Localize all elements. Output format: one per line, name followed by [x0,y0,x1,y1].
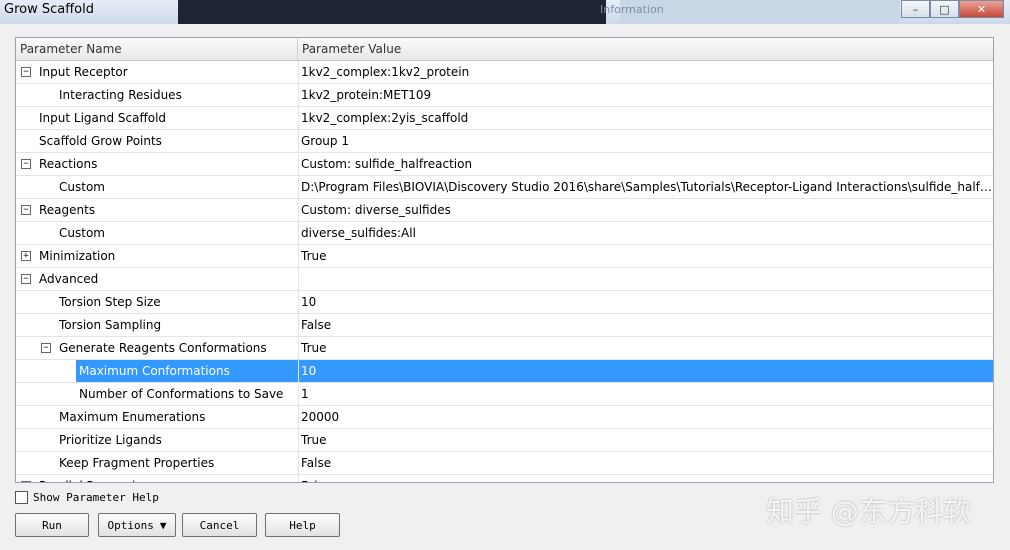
parameter-row[interactable]: Interacting Residues 1kv2_protein:MET109 [16,84,993,107]
collapse-icon[interactable]: − [21,205,31,215]
parameter-name: Maximum Enumerations [59,410,206,424]
column-header-value[interactable]: Parameter Value [302,42,401,56]
run-button[interactable]: Run [15,513,89,537]
parameter-name: Parallel Processing [39,475,151,482]
parameter-value[interactable]: True [298,429,993,451]
parameter-value[interactable]: Group 1 [298,130,993,152]
parameter-name: Maximum Conformations [79,364,230,378]
parameter-value[interactable]: D:\Program Files\BIOVIA\Discovery Studio… [298,176,993,198]
parameter-name: Torsion Sampling [59,318,162,332]
parameter-name: Reagents [39,203,96,217]
parameter-row[interactable]: Custom D:\Program Files\BIOVIA\Discovery … [16,176,993,199]
parameter-name: Keep Fragment Properties [59,456,215,470]
collapse-icon[interactable]: − [21,274,31,284]
parameter-value[interactable]: True [298,245,993,267]
title-bar: Information Grow Scaffold – □ ✕ [0,0,1010,24]
maximize-icon: □ [939,2,950,16]
parameter-name: Custom [59,180,105,194]
parameter-row[interactable]: + Parallel Processing False [16,475,993,482]
window-controls: – □ ✕ [901,0,1004,18]
parameter-name: Advanced [39,272,99,286]
parameter-name: Generate Reagents Conformations [59,341,267,355]
expand-icon[interactable]: + [21,251,31,261]
parameter-row[interactable]: Torsion Sampling False [16,314,993,337]
parameter-name: Minimization [39,249,116,263]
parameter-name: Prioritize Ligands [59,433,162,447]
options-button[interactable]: Options ▼ [98,513,176,537]
parameter-grid: Parameter Name Parameter Value − Input Re… [15,37,994,483]
parameter-row[interactable]: − Input Receptor 1kv2_complex:1kv2_protein [16,61,993,84]
parameter-value[interactable]: 1kv2_complex:2yis_scaffold [298,107,993,129]
parameter-row[interactable]: Custom diverse_sulfides:All [16,222,993,245]
parameter-row[interactable]: Prioritize Ligands True [16,429,993,452]
parameter-row[interactable]: Number of Conformations to Save 1 [16,383,993,406]
parameter-row[interactable]: Input Ligand Scaffold 1kv2_complex:2yis_s… [16,107,993,130]
parameter-row[interactable]: − Reactions Custom: sulfide_halfreaction [16,153,993,176]
column-header-name[interactable]: Parameter Name [20,42,122,56]
parameter-value[interactable]: False [298,475,993,482]
maximize-button[interactable]: □ [930,0,959,18]
parameter-value[interactable]: 1kv2_protein:MET109 [298,84,993,106]
watermark: 知乎 @东方科软 [766,495,971,528]
parameter-value[interactable]: 1 [298,383,993,405]
cancel-button[interactable]: Cancel [182,513,257,537]
parameter-value[interactable]: 20000 [298,406,993,428]
parameter-value[interactable]: diverse_sulfides:All [298,222,993,244]
close-icon: ✕ [976,2,987,16]
parameter-value[interactable]: Custom: diverse_sulfides [298,199,993,221]
parameter-value[interactable]: 1kv2_complex:1kv2_protein [298,61,993,83]
dropdown-arrow-icon: ▼ [159,518,167,532]
parameter-value[interactable] [298,268,993,290]
column-divider[interactable] [297,38,298,60]
background-window-text: Information [600,3,664,16]
parameter-name: Reactions [39,157,98,171]
minimize-button[interactable]: – [901,0,930,18]
show-help-checkbox[interactable] [15,491,28,504]
show-help-label: Show Parameter Help [33,491,159,504]
grid-header: Parameter Name Parameter Value [16,38,993,61]
parameter-value[interactable]: 10 [298,291,993,313]
parameter-row[interactable]: − Reagents Custom: diverse_sulfides [16,199,993,222]
grid-rows: − Input Receptor 1kv2_complex:1kv2_protein… [16,61,993,482]
show-help-option[interactable]: Show Parameter Help [15,491,159,504]
collapse-icon[interactable]: − [21,159,31,169]
parameter-value[interactable]: Custom: sulfide_halfreaction [298,153,993,175]
parameter-value[interactable]: False [298,314,993,336]
collapse-icon[interactable]: − [41,343,51,353]
parameter-name: Scaffold Grow Points [39,134,162,148]
help-label: Help [289,518,316,532]
parameter-row[interactable]: Maximum Conformations 10 [16,360,993,383]
parameter-row[interactable]: Torsion Step Size 10 [16,291,993,314]
background-window [178,0,606,24]
parameter-name: Interacting Residues [59,88,182,102]
window-title: Grow Scaffold [4,2,94,17]
parameter-name: Input Ligand Scaffold [39,111,167,125]
close-button[interactable]: ✕ [959,0,1004,18]
parameter-value[interactable]: True [298,337,993,359]
parameter-name: Input Receptor [39,65,128,79]
help-button[interactable]: Help [265,513,340,537]
collapse-icon[interactable]: − [21,67,31,77]
parameter-row[interactable]: Keep Fragment Properties False [16,452,993,475]
minimize-icon: – [912,2,919,16]
expand-icon[interactable]: + [21,481,31,482]
options-label: Options [107,518,154,532]
parameter-value[interactable]: False [298,452,993,474]
parameter-name: Custom [59,226,105,240]
run-label: Run [42,518,62,532]
parameter-row[interactable]: − Generate Reagents Conformations True [16,337,993,360]
cancel-label: Cancel [199,518,240,532]
parameter-row[interactable]: Scaffold Grow Points Group 1 [16,130,993,153]
parameter-row[interactable]: Maximum Enumerations 20000 [16,406,993,429]
parameter-value[interactable]: 10 [298,360,993,382]
parameter-row[interactable]: − Advanced [16,268,993,291]
parameter-row[interactable]: + Minimization True [16,245,993,268]
parameter-name: Torsion Step Size [59,295,161,309]
parameter-name: Number of Conformations to Save [79,387,284,401]
